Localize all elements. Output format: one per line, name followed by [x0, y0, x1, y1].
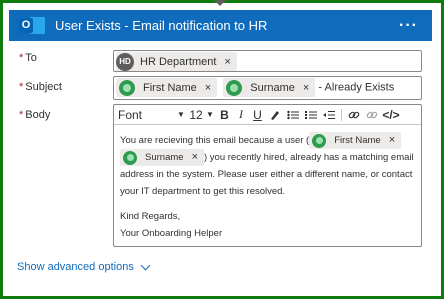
avatar: HD	[116, 52, 134, 71]
font-dropdown-icon[interactable]: ▼	[174, 105, 188, 124]
bullet-list-icon[interactable]	[284, 105, 302, 124]
subject-field[interactable]: First Name × Surname × - Already Exists	[113, 76, 422, 100]
dynamic-token-surname: Surname ×	[223, 78, 316, 97]
body-editor[interactable]: Font ▼ 12 ▼ B I U </> You are recieving …	[113, 104, 422, 247]
outlook-icon: O	[19, 15, 45, 37]
dynamic-token-surname: Surname ×	[120, 149, 204, 167]
dataverse-icon	[119, 79, 135, 96]
subject-label: * Subject	[19, 81, 62, 93]
signature-line-2: Your Onboarding Helper	[120, 228, 223, 240]
show-advanced-options-link[interactable]: Show advanced options	[17, 260, 151, 273]
subject-suffix: - Already Exists	[318, 81, 395, 94]
size-select[interactable]: 12	[188, 105, 204, 124]
connector-arrow	[214, 0, 226, 6]
dataverse-icon	[123, 150, 137, 165]
underline-button[interactable]: U	[249, 105, 266, 124]
unlink-icon[interactable]	[363, 105, 381, 124]
action-header[interactable]: O User Exists - Email notification to HR…	[9, 10, 432, 41]
more-options-icon[interactable]: ···	[399, 17, 418, 35]
recipient-name: HR Department	[140, 55, 217, 68]
dataverse-icon	[226, 79, 243, 96]
toolbar-divider	[341, 108, 342, 121]
dynamic-token-first-name: First Name ×	[309, 132, 402, 149]
font-select[interactable]: Font	[114, 105, 174, 124]
bold-button[interactable]: B	[216, 105, 233, 124]
signature-line-1: Kind Regards,	[120, 211, 181, 223]
dataverse-icon	[312, 133, 327, 148]
italic-button[interactable]: I	[233, 105, 249, 124]
remove-token-icon[interactable]: ×	[205, 82, 211, 94]
to-label: * To	[19, 52, 37, 64]
remove-token-icon[interactable]: ×	[303, 82, 309, 94]
remove-recipient-icon[interactable]: ×	[224, 56, 230, 68]
dynamic-token-first-name: First Name ×	[116, 78, 218, 97]
decrease-indent-icon[interactable]	[320, 105, 338, 124]
link-icon[interactable]	[345, 105, 363, 124]
body-label: * Body	[19, 109, 51, 121]
recipient-token: HD HR Department ×	[116, 52, 237, 71]
editor-toolbar: Font ▼ 12 ▼ B I U </>	[114, 105, 421, 125]
chevron-down-icon	[140, 260, 151, 271]
body-paragraph: You are recieving this email because a u…	[120, 132, 414, 198]
to-field[interactable]: HD HR Department ×	[113, 50, 422, 72]
remove-token-icon[interactable]: ×	[192, 149, 198, 166]
remove-token-icon[interactable]: ×	[389, 132, 395, 149]
code-view-icon[interactable]: </>	[381, 105, 401, 124]
numbered-list-icon[interactable]	[302, 105, 320, 124]
action-title: User Exists - Email notification to HR	[55, 18, 268, 33]
size-dropdown-icon[interactable]: ▼	[204, 105, 216, 124]
highlight-pen-icon[interactable]	[266, 105, 284, 124]
email-body-text[interactable]: You are recieving this email because a u…	[120, 132, 418, 242]
